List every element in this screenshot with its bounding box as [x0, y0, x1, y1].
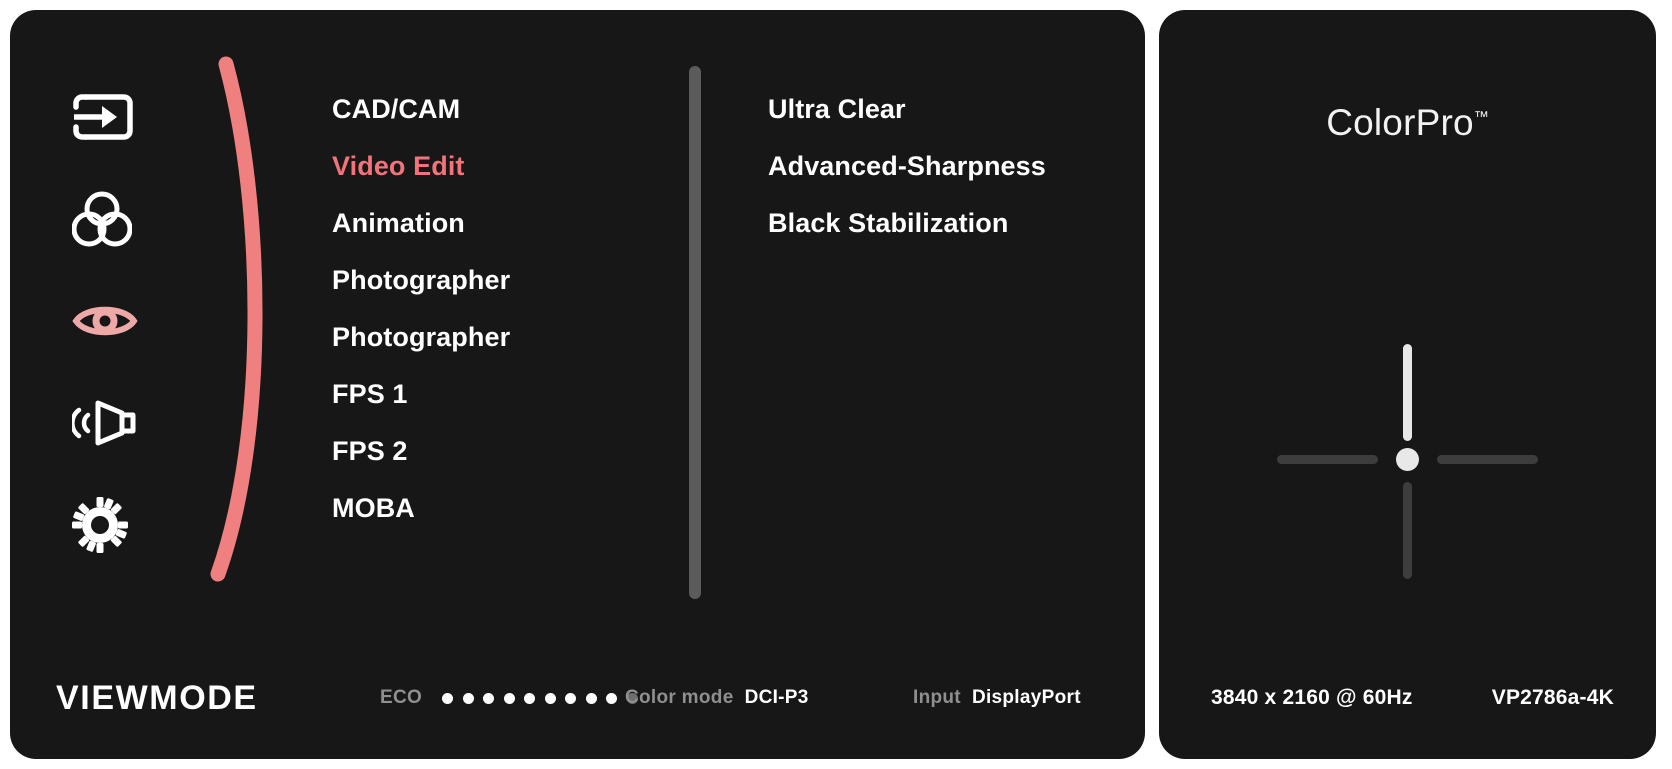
- list-item[interactable]: FPS 1: [332, 377, 662, 434]
- status-eco-label: ECO: [380, 687, 423, 708]
- trademark-symbol: ™: [1473, 108, 1489, 126]
- eco-dot: [544, 692, 556, 704]
- viewmode-preset-list: CAD/CAM Video Edit Animation Photographe…: [332, 92, 662, 548]
- sidebar-item-view-mode[interactable]: [72, 292, 138, 350]
- eco-dot: [524, 692, 536, 704]
- viewmode-option-list: Ultra Clear Advanced-Sharpness Black Sta…: [768, 92, 1128, 263]
- status-input-value: DisplayPort: [971, 687, 1081, 708]
- nav-center-button[interactable]: [1395, 448, 1419, 471]
- eye-icon: [72, 300, 138, 342]
- status-input: Input DisplayPort: [913, 687, 1081, 709]
- sidebar-item-audio-adjust[interactable]: [72, 394, 138, 452]
- resolution-readout: 3840 x 2160 @ 60Hz: [1211, 686, 1413, 709]
- scrollbar[interactable]: [689, 66, 701, 599]
- page-title: VIEWMODE: [56, 678, 258, 717]
- osd-screenshot: CAD/CAM Video Edit Animation Photographe…: [0, 0, 1672, 769]
- list-item[interactable]: Photographer: [332, 263, 662, 320]
- speaker-icon: [72, 397, 136, 449]
- nav-left-arm[interactable]: [1276, 455, 1378, 464]
- list-item-selected[interactable]: Video Edit: [332, 149, 662, 206]
- eco-dot: [442, 692, 454, 704]
- list-item[interactable]: Black Stabilization: [768, 206, 1128, 263]
- eco-dot: [462, 692, 474, 704]
- list-item[interactable]: MOBA: [332, 491, 662, 548]
- color-circles-icon: [72, 190, 132, 248]
- list-item[interactable]: Advanced-Sharpness: [768, 149, 1128, 206]
- sidebar-item-color-settings[interactable]: [72, 190, 138, 248]
- nav-up-arm[interactable]: [1402, 344, 1412, 441]
- list-item[interactable]: Animation: [332, 206, 662, 263]
- status-bar: VIEWMODE ECO Color mode DCI-P3 Input Dis…: [10, 677, 1145, 719]
- status-color-mode-value: DCI-P3: [744, 687, 809, 708]
- colorpro-side-panel: ColorPro™ 3840 x 2160 @ 60Hz VP2786a-4K: [1159, 10, 1656, 759]
- nav-right-arm[interactable]: [1436, 455, 1538, 464]
- colorpro-logo: ColorPro™: [1159, 102, 1656, 144]
- eco-dot: [483, 692, 495, 704]
- list-item[interactable]: CAD/CAM: [332, 92, 662, 149]
- list-item[interactable]: Photographer: [332, 320, 662, 377]
- osd-main-panel: CAD/CAM Video Edit Animation Photographe…: [10, 10, 1145, 759]
- nav-down-arm[interactable]: [1402, 482, 1412, 579]
- eco-dot: [606, 692, 618, 704]
- brand-name: ColorPro: [1326, 102, 1474, 143]
- gear-icon: [72, 497, 128, 553]
- model-readout: VP2786a-4K: [1491, 686, 1614, 709]
- sidebar-item-input-source[interactable]: [72, 88, 138, 146]
- eco-dot: [585, 692, 597, 704]
- status-color-mode-label: Color mode: [625, 687, 734, 708]
- side-status-bar: 3840 x 2160 @ 60Hz VP2786a-4K: [1159, 677, 1656, 719]
- status-input-label: Input: [913, 687, 961, 708]
- sidebar-item-setup-menu[interactable]: [72, 496, 138, 554]
- status-eco: ECO: [380, 687, 638, 709]
- pink-curve-divider: [196, 54, 306, 584]
- eco-dot: [503, 692, 515, 704]
- status-color-mode: Color mode DCI-P3: [625, 687, 809, 709]
- input-source-icon: [72, 93, 134, 141]
- eco-dot: [565, 692, 577, 704]
- sidebar-icon-rail: [72, 88, 164, 554]
- joystick-navigation-widget: [1276, 344, 1539, 596]
- eco-dot-meter: [442, 692, 638, 704]
- list-item[interactable]: Ultra Clear: [768, 92, 1128, 149]
- list-item[interactable]: FPS 2: [332, 434, 662, 491]
